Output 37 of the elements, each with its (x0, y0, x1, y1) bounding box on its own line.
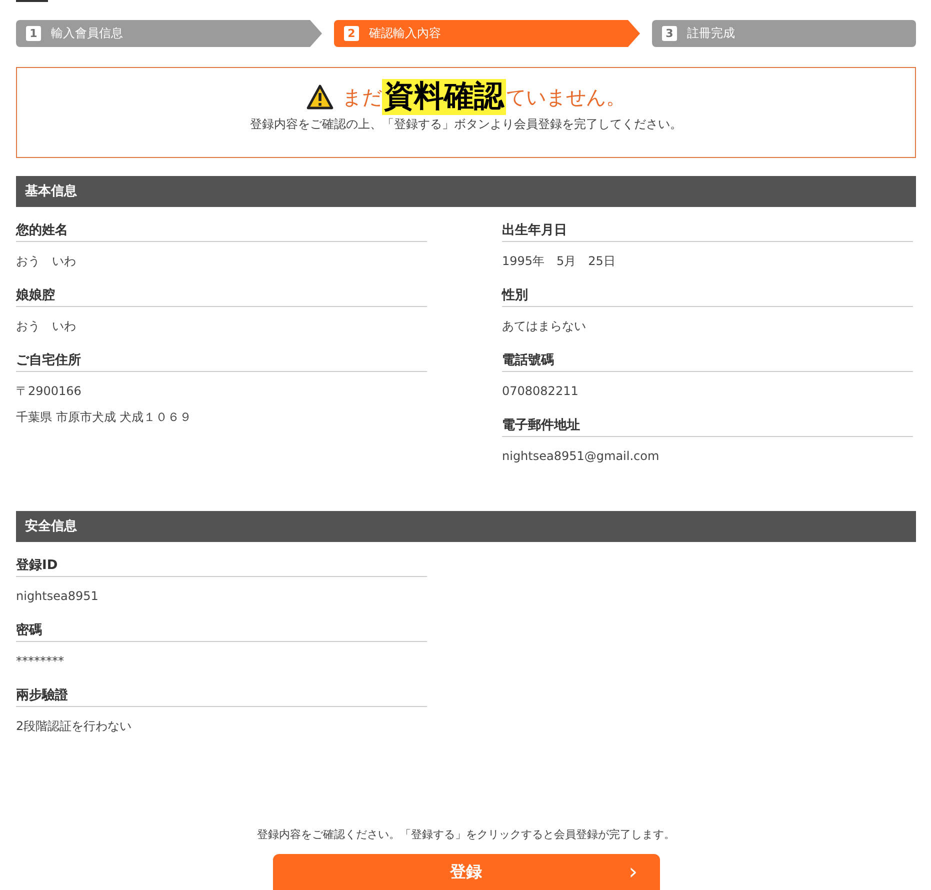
chevron-icon: › (628, 862, 638, 884)
field-value: おう いわ (16, 318, 77, 335)
notice-heading: ていません。 (506, 84, 626, 110)
overlay-label: 資料確認 (382, 79, 506, 115)
field-value: nightsea8951@gmail.com (502, 448, 660, 465)
field-label: 密碼 (16, 621, 427, 642)
step-label: 輸入會員信息 (51, 25, 123, 42)
field-label: 出生年月日 (502, 221, 913, 242)
step-number: 2 (344, 26, 359, 41)
field-label: 您的姓名 (16, 221, 427, 242)
field-label: 登録ID (16, 556, 427, 577)
step-label: 確認輸入內容 (369, 25, 441, 42)
notice-heading: まだ (342, 84, 382, 110)
step-number: 1 (26, 26, 41, 41)
field-value: 1995年 5月 25日 (502, 253, 616, 270)
section-header: 基本信息 (16, 176, 916, 207)
field-value: ******** (16, 653, 65, 670)
field-value: 0708082211 (502, 383, 580, 400)
notice-message: 登録内容をご確認の上、「登録する」ボタンより会員登録を完了してください。 (250, 116, 682, 133)
field-label: 電話號碼 (502, 351, 913, 372)
section-header: 安全信息 (16, 511, 916, 542)
step-label: 註冊完成 (687, 25, 735, 42)
step-number: 3 (662, 26, 677, 41)
field-label: 性別 (502, 286, 913, 307)
warning-icon (306, 84, 334, 110)
field-value: おう いわ (16, 253, 77, 270)
field-label: 電子郵件地址 (502, 416, 913, 437)
field-label: ご自宅住所 (16, 351, 427, 372)
register-button[interactable]: 登録 › (272, 854, 660, 890)
field-value: 2段階認証を行わない (16, 718, 133, 735)
field-value: 〒2900166 (16, 383, 82, 400)
field-label: 兩步驗證 (16, 686, 427, 707)
field-value: 千葉県 市原市犬成 犬成１０６９ (16, 409, 193, 426)
field-value: あてはまらない (502, 318, 587, 335)
footer-note: 登録内容をご確認ください。「登録する」をクリックすると会員登録が完了します。 (256, 827, 676, 842)
field-value: nightsea8951 (16, 588, 100, 605)
field-label: 娘娘腔 (16, 286, 427, 307)
